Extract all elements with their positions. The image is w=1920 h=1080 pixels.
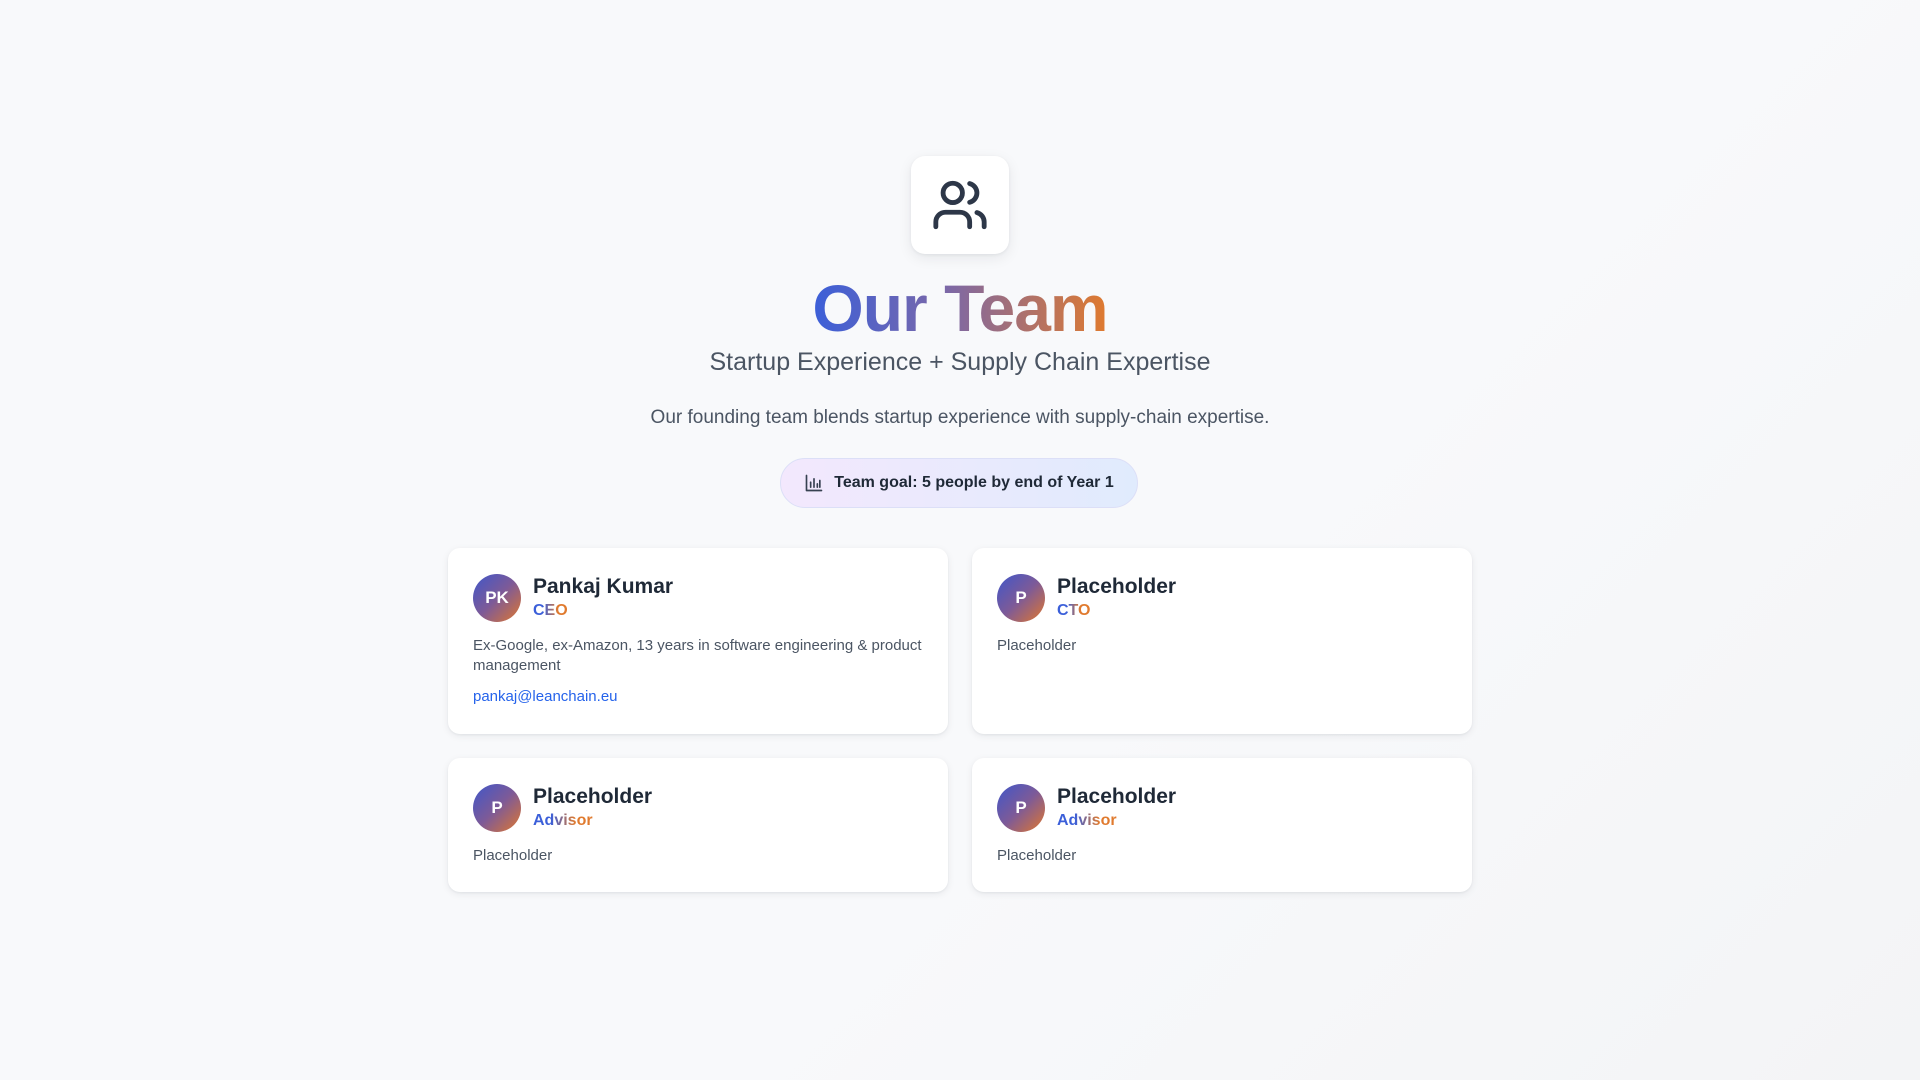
bar-chart-icon bbox=[805, 474, 823, 492]
member-role: CEO bbox=[533, 600, 568, 622]
avatar: PK bbox=[473, 574, 521, 622]
member-bio: Placeholder bbox=[997, 637, 1077, 654]
card-header: PK Pankaj Kumar CEO bbox=[473, 574, 923, 622]
member-bio: Ex-Google, ex-Amazon, 13 years in softwa… bbox=[473, 637, 922, 674]
member-email-link[interactable]: pankaj@leanchain.eu bbox=[473, 688, 618, 705]
member-info: Placeholder CTO bbox=[1057, 574, 1176, 622]
team-icon-box bbox=[911, 156, 1009, 254]
member-bio: Placeholder bbox=[997, 847, 1077, 864]
card-header: P Placeholder CTO bbox=[997, 574, 1447, 622]
team-goal-badge: Team goal: 5 people by end of Year 1 bbox=[780, 458, 1138, 508]
page-description: Our founding team blends startup experie… bbox=[650, 407, 1270, 428]
team-member-card: P Placeholder Advisor Placeholder bbox=[972, 758, 1472, 892]
team-goal-label: Team goal: 5 people by end of Year 1 bbox=[834, 474, 1114, 491]
team-member-card: P Placeholder CTO Placeholder bbox=[972, 548, 1472, 734]
team-member-card: PK Pankaj Kumar CEO Ex-Google, ex-Amazon… bbox=[448, 548, 948, 734]
member-role: Advisor bbox=[1057, 810, 1117, 832]
member-name: Placeholder bbox=[1057, 785, 1177, 808]
avatar: P bbox=[997, 574, 1045, 622]
member-name: Placeholder bbox=[533, 785, 653, 808]
avatar: P bbox=[473, 784, 521, 832]
member-role: Advisor bbox=[533, 810, 593, 832]
card-header: P Placeholder Advisor bbox=[473, 784, 923, 832]
member-bio: Placeholder bbox=[473, 847, 553, 864]
member-info: Pankaj Kumar CEO bbox=[533, 574, 673, 622]
member-name: Pankaj Kumar bbox=[533, 575, 674, 598]
team-page: Our Team Startup Experience + Supply Cha… bbox=[0, 0, 1920, 1080]
page-title: Our Team bbox=[0, 268, 1920, 348]
member-info: Placeholder Advisor bbox=[1057, 784, 1176, 832]
card-header: P Placeholder Advisor bbox=[997, 784, 1447, 832]
page-subtitle: Startup Experience + Supply Chain Expert… bbox=[709, 348, 1211, 376]
team-member-card: P Placeholder Advisor Placeholder bbox=[448, 758, 948, 892]
member-role: CTO bbox=[1057, 600, 1090, 622]
users-icon bbox=[933, 180, 987, 230]
page-title-text: Our Team bbox=[812, 271, 1108, 345]
member-info: Placeholder Advisor bbox=[533, 784, 652, 832]
member-name: Placeholder bbox=[1057, 575, 1177, 598]
avatar: P bbox=[997, 784, 1045, 832]
